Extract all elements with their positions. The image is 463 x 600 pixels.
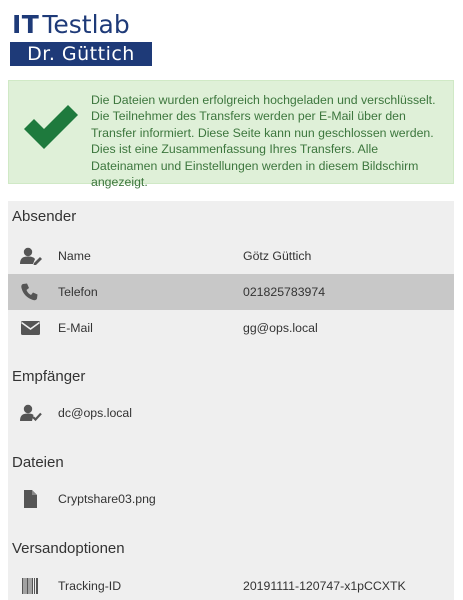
barcode-icon <box>22 578 38 594</box>
recipient-email: dc@ops.local <box>58 406 133 420</box>
logo-subtitle: Dr. Güttich <box>10 42 152 66</box>
sender-row-phone: Telefon 021825783974 <box>8 274 454 310</box>
sender-email-value: gg@ops.local <box>243 321 318 335</box>
checkmark-icon <box>24 105 78 149</box>
sender-name-label: Name <box>58 249 91 263</box>
user-check-icon <box>20 404 42 422</box>
section-title-files: Dateien <box>12 454 64 471</box>
user-edit-icon <box>20 247 42 265</box>
sender-email-label: E-Mail <box>58 321 93 335</box>
tracking-id-label: Tracking-ID <box>58 579 122 593</box>
logo-it-text: IT <box>12 10 40 39</box>
sender-row-name: Name Götz Güttich <box>8 238 454 274</box>
logo-testlab-text: Testlab <box>42 10 130 39</box>
section-title-sender: Absender <box>12 208 77 225</box>
option-row-tracking: Tracking-ID 20191111-120747-x1pCCXTK <box>8 568 454 600</box>
sender-phone-value: 021825783974 <box>243 285 326 299</box>
transfer-summary-panel: Absender Name Götz Güttich Telefon 02182… <box>8 201 454 600</box>
section-title-options: Versandoptionen <box>12 540 125 557</box>
phone-icon <box>21 283 38 301</box>
file-row: Cryptshare03.png <box>8 481 454 517</box>
sender-row-email: E-Mail gg@ops.local <box>8 310 454 346</box>
brand-logo: IT Testlab Dr. Güttich <box>10 8 152 66</box>
file-icon <box>24 490 37 508</box>
success-alert: Die Dateien wurden erfolgreich hochgelad… <box>8 80 454 189</box>
file-name: Cryptshare03.png <box>58 492 156 506</box>
success-message: Die Dateien wurden erfolgreich hochgelad… <box>91 93 436 190</box>
recipient-row: dc@ops.local <box>8 395 454 431</box>
envelope-icon <box>21 321 40 335</box>
sender-phone-label: Telefon <box>58 285 98 299</box>
tracking-id-value: 20191111-120747-x1pCCXTK <box>243 579 406 593</box>
sender-name-value: Götz Güttich <box>243 249 312 263</box>
section-title-recipients: Empfänger <box>12 368 86 385</box>
